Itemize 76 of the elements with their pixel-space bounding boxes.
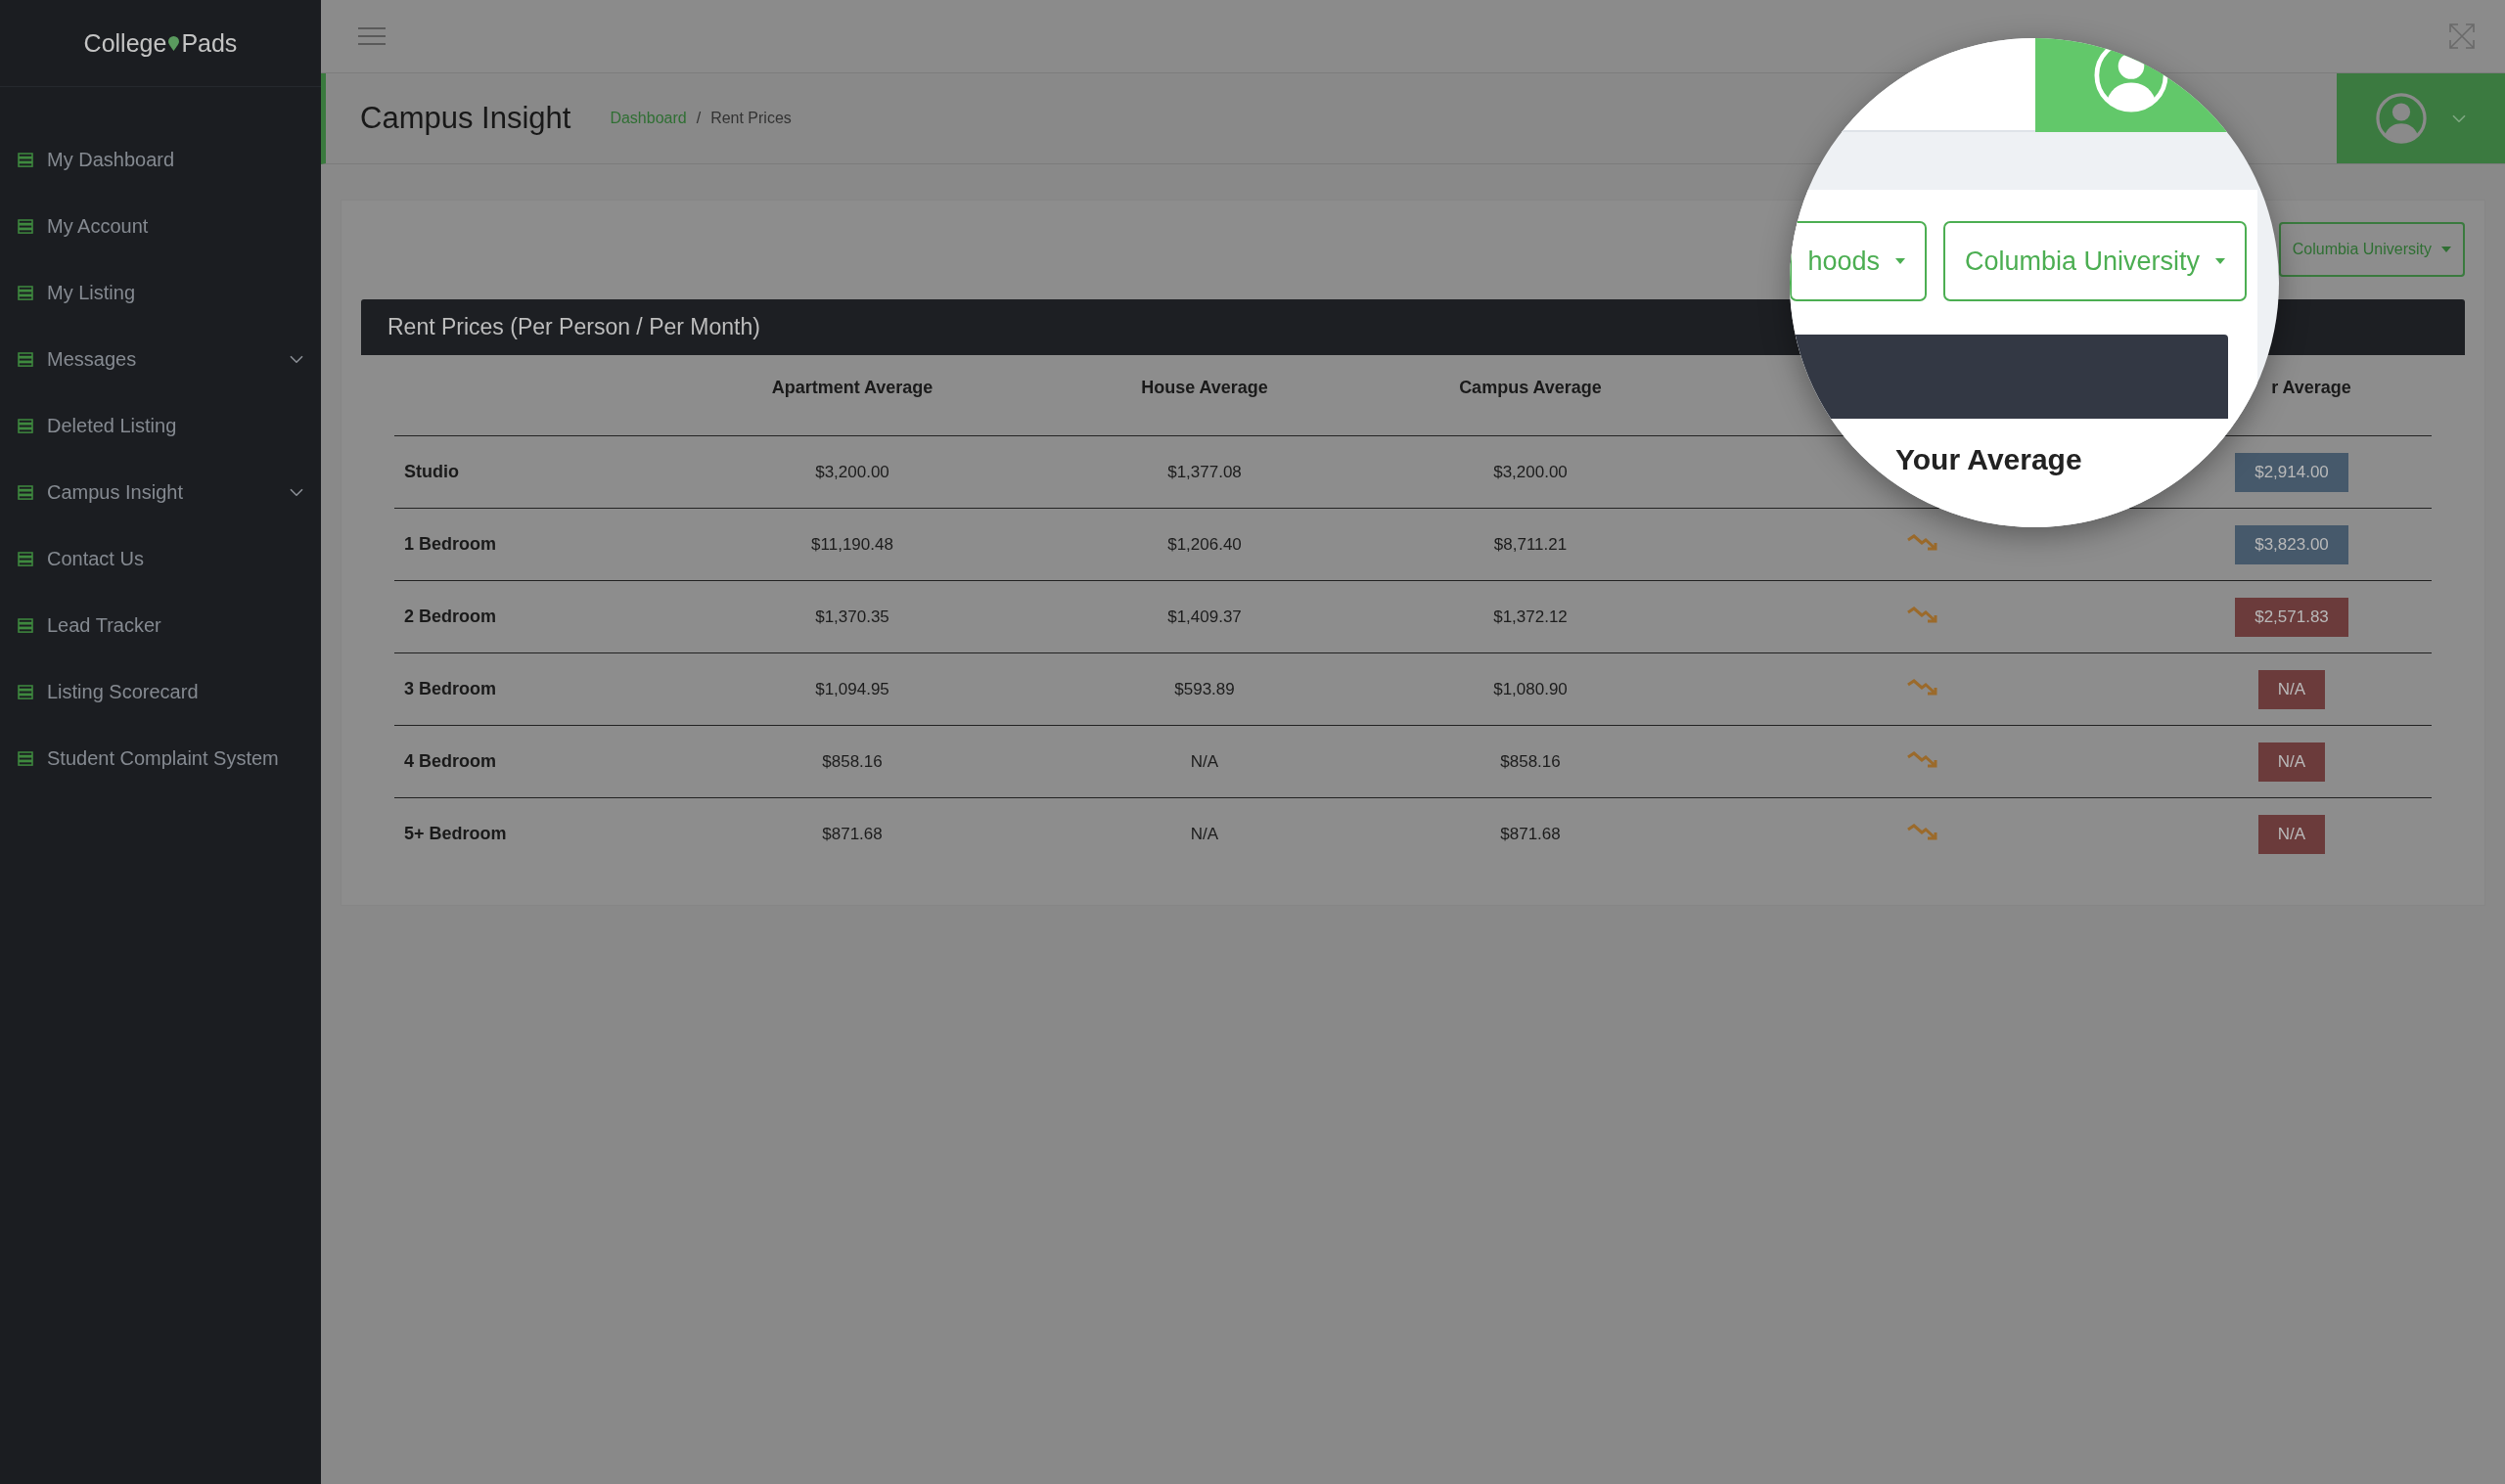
trend-down-icon [1907,750,1938,769]
table-cell: $11,190.48 [811,534,893,555]
sidebar-item[interactable]: Messages [0,326,321,392]
table-cell: $1,409.37 [1167,607,1242,627]
table-cell: $3,200.00 [1493,462,1568,482]
sidebar-item[interactable]: My Account [0,193,321,259]
sidebar-item[interactable]: Lead Tracker [0,592,321,658]
table-cell: $593.89 [1174,679,1235,699]
row-label: 3 Bedroom [403,679,498,699]
chevron-down-icon [290,487,303,497]
average-badge: N/A [2257,669,2326,709]
list-icon [18,285,33,300]
brand-name: Pads [181,28,238,58]
brand-name: College [83,28,167,58]
table-cell: $3,200.00 [815,462,889,482]
trend-down-icon [1907,678,1938,697]
list-icon [18,684,33,699]
sidebar-item[interactable]: Contact Us [0,525,321,592]
chevron-down-icon [2452,113,2466,123]
dropdown[interactable]: Columbia University [1943,221,2248,301]
list-icon [18,617,33,633]
average-badge: $2,571.83 [2235,597,2348,637]
list-icon [18,750,33,766]
list-icon [18,484,33,500]
column-header: House Average [1141,377,1268,398]
table-cell: $1,206.40 [1167,534,1242,555]
table-cell: $8,711.21 [1493,534,1568,555]
column-header: r Average [2271,377,2351,398]
sidebar-item[interactable]: Campus Insight [0,459,321,525]
row-label: 1 Bedroom [403,534,498,555]
table-cell: $1,080.90 [1493,679,1568,699]
breadcrumb-current: Rent Prices [710,110,792,127]
chevron-down-icon [290,354,303,364]
user-avatar-icon [2376,93,2427,144]
map-pin-icon [168,35,180,51]
table-cell: N/A [1190,824,1219,844]
trend-down-icon [1907,533,1938,552]
row-label: 4 Bedroom [403,751,498,772]
average-badge: N/A [2257,742,2326,782]
dropdown[interactable]: hoods [1790,221,1927,301]
list-icon [18,418,33,433]
row-label: 2 Bedroom [403,607,498,627]
trend-down-icon [1907,823,1938,841]
table-cell: $858.16 [822,751,883,772]
table-cell: $858.16 [1500,751,1561,772]
list-icon [18,218,33,234]
table-title: Rent Prices (Per Person / Per Month) [387,314,760,340]
average-badge: $2,914.00 [2235,452,2348,492]
table-cell: $1,377.08 [1167,462,1242,482]
sidebar-item[interactable]: My Listing [0,259,321,326]
menu-icon[interactable] [358,26,386,46]
row-label: Studio [403,462,460,482]
column-header: Apartment Average [771,377,934,398]
page-title: Campus Insight [360,101,571,136]
user-menu[interactable] [2337,73,2505,163]
table-cell: $871.68 [822,824,883,844]
sidebar-item[interactable]: My Dashboard [0,126,321,193]
column-header: Your Average [1895,443,2083,476]
table-cell: N/A [1190,751,1219,772]
breadcrumb-separator: / [696,110,702,127]
list-icon [18,152,33,167]
row-label: 5+ Bedroom [403,824,508,844]
average-badge: $3,823.00 [2235,524,2348,564]
table-cell: $1,370.35 [815,607,889,627]
table-cell: $1,094.95 [815,679,889,699]
table-cell: $1,372.12 [1493,607,1568,627]
sidebar-item[interactable]: Deleted Listing [0,392,321,459]
trend-down-icon [1907,606,1938,624]
table-cell: $871.68 [1500,824,1561,844]
sidebar-item[interactable]: Listing Scorecard [0,658,321,725]
average-badge: N/A [2257,814,2326,854]
fullscreen-icon[interactable] [2448,22,2476,50]
sidebar-item[interactable]: Student Complaint System [0,725,321,791]
list-icon [18,551,33,566]
column-header: Campus Average [1459,377,1602,398]
list-icon [18,351,33,367]
